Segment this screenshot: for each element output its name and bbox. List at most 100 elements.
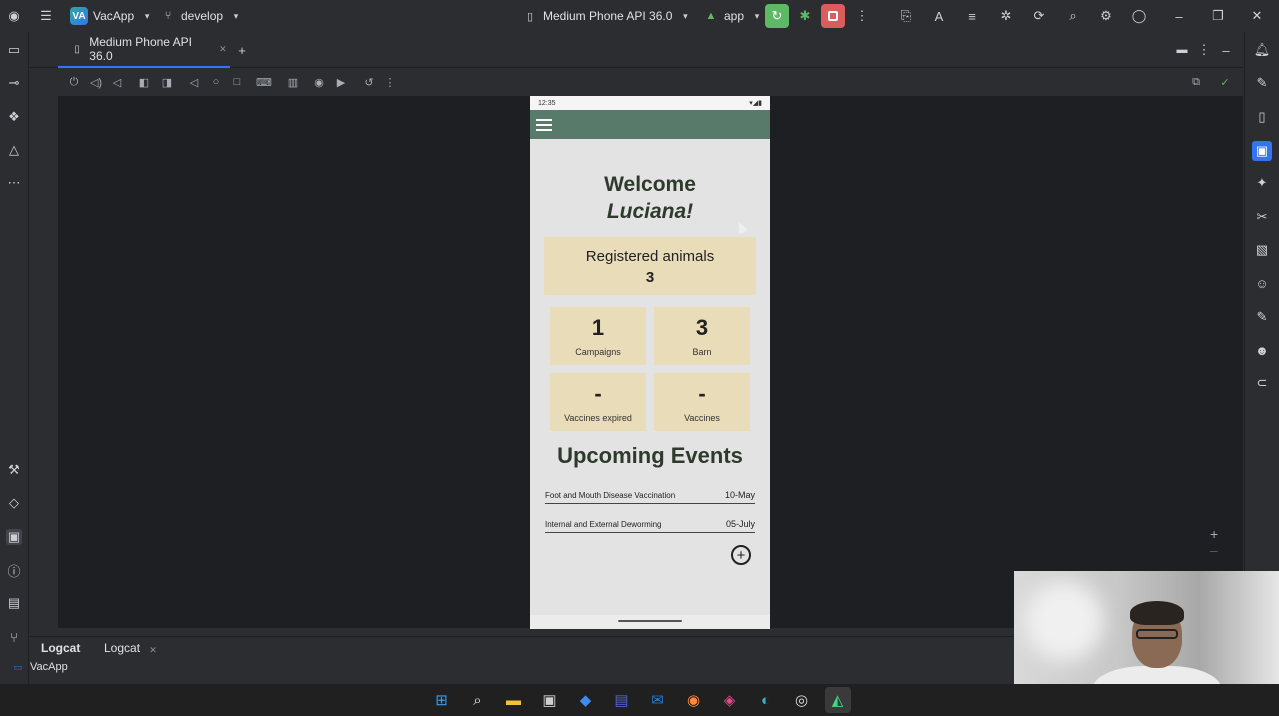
list-item[interactable]: Internal and External Deworming 05-July bbox=[545, 506, 755, 533]
volume-up-icon[interactable]: ◁) bbox=[88, 74, 104, 90]
settings-icon[interactable]: ⚙ bbox=[1098, 8, 1114, 24]
stop-button[interactable] bbox=[821, 4, 845, 28]
stat-card-vaccines-expired[interactable]: - Vaccines expired bbox=[550, 373, 646, 431]
chevron-down-icon: ▾ bbox=[144, 10, 150, 21]
process-selector[interactable]: ▭ VacApp bbox=[10, 659, 68, 675]
restore-icon[interactable]: ❐ bbox=[1210, 8, 1226, 24]
close-tab-icon[interactable]: ✕ bbox=[216, 41, 230, 57]
keyboard-icon[interactable]: ⌨ bbox=[256, 74, 272, 90]
more-actions-icon[interactable]: ⋮ bbox=[854, 8, 870, 24]
stat-card-vaccines[interactable]: - Vaccines bbox=[654, 373, 750, 431]
phone-screen[interactable]: 12:35 ▾◢▮ Welcome Luciana! Registered an… bbox=[530, 96, 770, 629]
window-layout-icon[interactable]: ▬ bbox=[1174, 42, 1190, 58]
more-tools-icon[interactable]: ⋯ bbox=[6, 175, 22, 191]
link-icon[interactable]: ⊂ bbox=[1254, 375, 1270, 391]
edit-icon[interactable]: ✎ bbox=[1254, 309, 1270, 325]
tab-device[interactable]: ▯ Medium Phone API 36.0 ✕ bbox=[58, 32, 230, 68]
resource-manager-icon[interactable]: ❖ bbox=[6, 109, 22, 125]
build-icon[interactable]: ⚒ bbox=[6, 462, 22, 478]
bug-icon[interactable]: ✲ bbox=[998, 8, 1014, 24]
tab-logcat[interactable]: Logcat bbox=[41, 641, 80, 655]
branch-selector[interactable]: ⑂ develop ▾ bbox=[160, 8, 244, 24]
search-icon[interactable]: ⌕ bbox=[465, 687, 491, 713]
registered-animals-card[interactable]: Registered animals 3 bbox=[544, 237, 756, 295]
firefox-icon[interactable]: ◉ bbox=[681, 687, 707, 713]
zoom-in-icon[interactable]: + bbox=[1210, 526, 1218, 542]
gesture-handle[interactable] bbox=[618, 620, 682, 622]
apply-changes-button[interactable]: ↻ bbox=[765, 4, 789, 28]
profiler-icon[interactable]: ⎘ bbox=[898, 8, 914, 24]
chevron-down-icon: ▾ bbox=[233, 10, 239, 21]
tools-icon[interactable]: ✂ bbox=[1254, 209, 1270, 225]
chrome-icon[interactable]: ◎ bbox=[789, 687, 815, 713]
problems-icon[interactable]: ⓘ bbox=[6, 562, 22, 579]
main-menu-icon[interactable]: ☰ bbox=[38, 8, 54, 24]
zoom-out-icon[interactable]: – bbox=[1210, 542, 1218, 558]
stat-value: 1 bbox=[591, 315, 605, 340]
list-item[interactable]: Foot and Mouth Disease Vaccination 10-Ma… bbox=[545, 477, 755, 504]
screenshot-icon[interactable]: ▧ bbox=[1254, 242, 1270, 258]
device-selector[interactable]: ▯ Medium Phone API 36.0 ▾ bbox=[522, 8, 693, 24]
commit-icon[interactable]: ⊸ bbox=[6, 75, 22, 91]
running-devices-panel-icon[interactable]: ▣ bbox=[1252, 141, 1272, 161]
running-devices-icon[interactable]: ▣ bbox=[6, 529, 22, 545]
camera-icon[interactable]: ◉ bbox=[311, 74, 327, 90]
stop-icon bbox=[828, 11, 838, 21]
sync-icon[interactable]: ⟳ bbox=[1031, 8, 1047, 24]
power-icon[interactable]: ⏻ bbox=[66, 74, 82, 90]
close-icon[interactable]: ✕ bbox=[1249, 8, 1265, 24]
stat-card-barn[interactable]: 3 Barn bbox=[654, 307, 750, 365]
minimize-icon[interactable]: – bbox=[1171, 8, 1187, 24]
edge-icon[interactable]: ◐ bbox=[753, 687, 779, 713]
panel-options-icon[interactable]: ⋮ bbox=[1196, 42, 1212, 58]
device-manager-icon[interactable]: ▯ bbox=[1254, 109, 1270, 125]
back-icon[interactable]: ◁ bbox=[186, 74, 202, 90]
rotate-left-icon[interactable]: ◧ bbox=[136, 74, 152, 90]
terminal-icon[interactable]: ▤ bbox=[6, 595, 22, 611]
outlook-icon[interactable]: ✉ bbox=[645, 687, 671, 713]
translate-icon[interactable]: A bbox=[931, 8, 947, 24]
record-icon[interactable]: ▶ bbox=[333, 74, 349, 90]
add-tab-icon[interactable]: + bbox=[234, 42, 250, 58]
add-event-button[interactable]: + bbox=[731, 545, 751, 565]
fold-icon[interactable]: ▥ bbox=[285, 74, 301, 90]
notifications-icon[interactable]: 🔔︎ bbox=[1254, 42, 1271, 58]
hide-panel-icon[interactable]: – bbox=[1218, 42, 1234, 58]
assistant-icon[interactable]: ☻ bbox=[1254, 342, 1270, 358]
gradle-icon[interactable]: ✎ bbox=[1254, 75, 1270, 91]
close-tab-icon[interactable]: ✕ bbox=[145, 642, 161, 658]
overview-icon[interactable]: □ bbox=[229, 74, 245, 90]
search-icon[interactable]: ⌕ bbox=[1065, 8, 1081, 24]
hamburger-menu-icon[interactable] bbox=[536, 118, 552, 131]
shapes-icon[interactable]: △ bbox=[6, 142, 22, 158]
project-selector[interactable]: VA VacApp ▾ bbox=[70, 7, 155, 25]
copilot-icon[interactable]: ☺ bbox=[1254, 275, 1270, 291]
tab-logcat-2[interactable]: Logcat bbox=[104, 641, 140, 655]
git-icon[interactable]: ⑂ bbox=[6, 629, 22, 645]
store-icon[interactable]: ▣ bbox=[537, 687, 563, 713]
volume-down-icon[interactable]: ◁ bbox=[109, 74, 125, 90]
stat-value: - bbox=[698, 381, 706, 406]
gem-icon[interactable]: ◇ bbox=[6, 495, 22, 511]
gemini-icon[interactable]: ✦ bbox=[1254, 175, 1270, 191]
teams-icon[interactable]: ▤ bbox=[609, 687, 635, 713]
file-explorer-icon[interactable]: ▬ bbox=[501, 687, 527, 713]
home-icon[interactable]: ○ bbox=[208, 74, 224, 90]
folder-icon[interactable]: ▭ bbox=[6, 42, 22, 58]
dropbox-icon[interactable]: ◆ bbox=[573, 687, 599, 713]
layout-inspector-icon[interactable]: ≡ bbox=[964, 8, 980, 24]
run-config-selector[interactable]: ▲ app ▾ bbox=[703, 8, 765, 24]
snapshot-icon[interactable]: ↺ bbox=[361, 74, 377, 90]
status-icons: ▾◢▮ bbox=[749, 100, 762, 107]
account-icon[interactable]: ◯ bbox=[1131, 8, 1147, 24]
app-icon[interactable]: ◈ bbox=[717, 687, 743, 713]
stat-card-campaigns[interactable]: 1 Campaigns bbox=[550, 307, 646, 365]
debug-icon[interactable]: ✱ bbox=[797, 8, 813, 24]
zoom-controls: + – bbox=[1210, 526, 1218, 558]
emulator-more-icon[interactable]: ⋮ bbox=[382, 74, 398, 90]
rotate-right-icon[interactable]: ◨ bbox=[159, 74, 175, 90]
mirror-icon[interactable]: ⧉ bbox=[1188, 74, 1204, 90]
windows-start-icon[interactable]: ⊞ bbox=[429, 687, 455, 713]
android-studio-icon[interactable]: ◭ bbox=[824, 687, 851, 713]
event-date: 10-May bbox=[724, 490, 755, 500]
